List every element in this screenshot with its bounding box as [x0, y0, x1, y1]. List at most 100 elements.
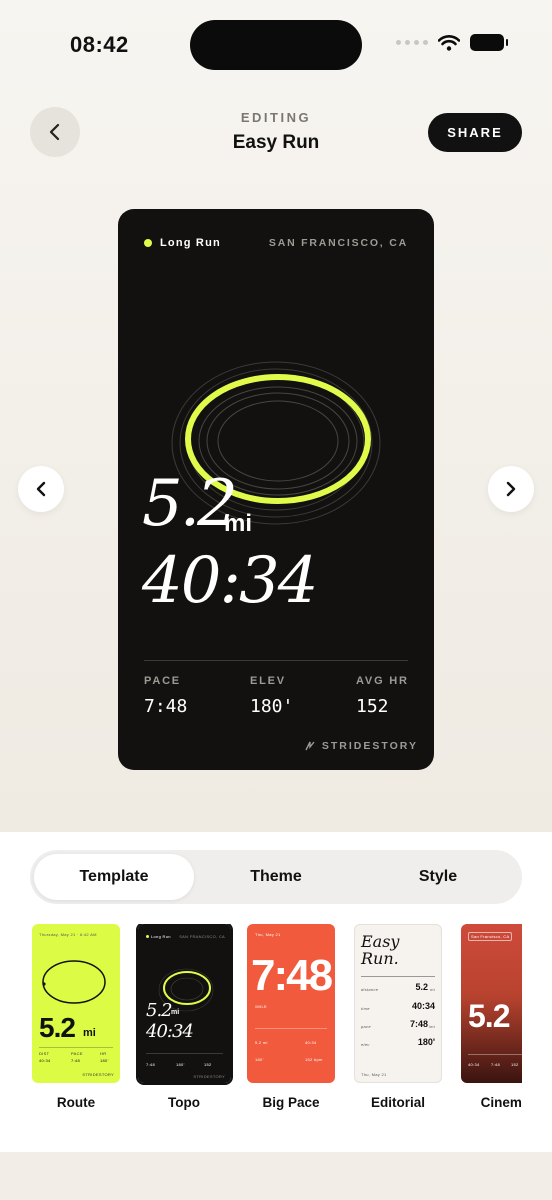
- divider: [146, 1053, 223, 1054]
- brand-name: STRIDESTORY: [321, 740, 418, 752]
- next-template-button[interactable]: [488, 466, 534, 512]
- stat-pace: PACE 7:48: [144, 675, 187, 717]
- thumb-footer: Thu, May 21: [361, 1072, 387, 1077]
- tab-theme[interactable]: Theme: [196, 854, 356, 900]
- thumb-unit: mi: [83, 1027, 96, 1039]
- previous-template-button[interactable]: [18, 466, 64, 512]
- thumb-header: Thu, May 21: [255, 932, 281, 937]
- thumb-row-label: distance: [361, 987, 379, 992]
- thumb-row-unit: /mi: [428, 1024, 435, 1029]
- thumb-stat-label: PACE: [71, 1051, 83, 1056]
- tab-style[interactable]: Style: [358, 854, 518, 900]
- status-icons: [396, 34, 508, 51]
- thumb-stat-value: 152: [511, 1062, 519, 1067]
- template-label[interactable]: Route: [32, 1095, 120, 1110]
- run-type-label: Long Run: [160, 237, 221, 249]
- divider: [144, 660, 408, 661]
- stat-label: PACE: [144, 675, 181, 687]
- editor-tabs: Template Theme Style: [30, 850, 522, 904]
- divider: [468, 1054, 522, 1055]
- duration-value: 40:34: [142, 544, 318, 618]
- thumb-stat-value: 152 bpm: [305, 1057, 323, 1062]
- template-label[interactable]: Topo: [140, 1095, 228, 1110]
- cellular-icon: [396, 40, 428, 45]
- thumb-row-label: elev: [361, 1042, 370, 1047]
- thumb-stat-value: 40:34: [468, 1062, 480, 1067]
- thumb-stat-value: 7:48: [71, 1058, 80, 1063]
- battery-icon: [470, 34, 508, 51]
- thumb-row-label: time: [361, 1006, 370, 1011]
- brand-watermark: STRIDESTORY: [305, 740, 418, 752]
- stat-value: 180': [250, 696, 294, 717]
- divider: [255, 1028, 327, 1029]
- run-type-tag: Long Run: [144, 237, 221, 249]
- thumb-stat-value: 152: [204, 1062, 212, 1067]
- thumb-stat-value: 7:48: [491, 1062, 500, 1067]
- thumb-stat-label: HR: [100, 1051, 107, 1056]
- tag-dot: [146, 935, 149, 938]
- editor-panel: Template Theme Style Thursday, May 21 · …: [0, 832, 552, 1152]
- thumb-pace: 7:48: [251, 951, 333, 1000]
- thumb-title-line: Run.: [361, 948, 399, 968]
- template-editorial[interactable]: Easy Run. distance 5.2 mi time 40:34 pac…: [354, 924, 442, 1083]
- divider: [39, 1047, 113, 1048]
- thumb-row-value: 5.2: [415, 982, 428, 992]
- home-indicator-area: [0, 1152, 552, 1200]
- template-carousel: Thursday, May 21 · 6:42 AM 5.2 mi DIST P…: [32, 924, 522, 1124]
- thumb-time: 40:34: [146, 1021, 194, 1042]
- template-label[interactable]: Cinema: [461, 1095, 522, 1110]
- thumb-stat-value: 180': [176, 1062, 185, 1067]
- template-cinema[interactable]: San Francisco, CA 5.2 40:34 7:48 152: [461, 924, 522, 1083]
- stat-label: ELEV: [250, 675, 286, 687]
- template-label[interactable]: Big Pace: [247, 1095, 335, 1110]
- thumb-unit: mi: [171, 1009, 180, 1016]
- stat-heart-rate: AVG HR 152: [356, 675, 409, 717]
- divider: [361, 976, 435, 977]
- thumb-location: SAN FRANCISCO, CA: [179, 934, 225, 939]
- thumb-stat-value: 40:34: [305, 1040, 317, 1045]
- distance-value: 5.2: [142, 467, 238, 541]
- tab-template[interactable]: Template: [34, 854, 194, 900]
- thumb-stat-value: 5.2 mi: [255, 1040, 268, 1045]
- route-map-graphic: [42, 960, 106, 1004]
- thumb-tag: Long Run: [151, 934, 171, 939]
- thumb-stat-label: DIST: [39, 1051, 50, 1056]
- stat-label: AVG HR: [356, 675, 409, 687]
- chevron-left-icon: [36, 481, 46, 497]
- thumb-distance: 5.2: [468, 998, 510, 1034]
- thumb-pace-unit: /MILE: [255, 1004, 267, 1009]
- thumb-row-value: 7:48: [409, 1019, 428, 1029]
- stat-value: 152: [356, 696, 389, 717]
- thumb-brand: STRIDESTORY: [82, 1072, 114, 1077]
- dynamic-island: [190, 20, 362, 70]
- thumb-stat-value: 180': [255, 1057, 264, 1062]
- distance-unit: mi: [224, 510, 253, 537]
- thumb-header: San Francisco, CA: [468, 932, 513, 941]
- tag-dot: [144, 239, 152, 247]
- status-time: 08:42: [70, 32, 129, 57]
- stat-value: 7:48: [144, 696, 188, 717]
- thumb-stat-value: 180': [100, 1058, 109, 1063]
- template-big-pace[interactable]: Thu, May 21 7:48 /MILE 5.2 mi 40:34 180'…: [247, 924, 335, 1083]
- chevron-right-icon: [506, 481, 516, 497]
- template-route[interactable]: Thursday, May 21 · 6:42 AM 5.2 mi DIST P…: [32, 924, 120, 1083]
- thumb-row-value: 40:34: [411, 1001, 435, 1011]
- thumb-row-unit: mi: [430, 987, 435, 992]
- thumb-brand: STRIDESTORY: [193, 1074, 225, 1079]
- story-preview-card: Long Run SAN FRANCISCO, CA 5.2 mi 40:34 …: [118, 209, 434, 770]
- thumb-distance: 5.2: [146, 1000, 173, 1021]
- stat-elevation: ELEV 180': [250, 675, 293, 717]
- wifi-icon: [438, 34, 460, 51]
- thumb-stat-value: 7:48: [146, 1062, 155, 1067]
- share-button[interactable]: SHARE: [428, 113, 522, 152]
- brand-logo-icon: [305, 741, 315, 751]
- thumb-distance: 5.2: [39, 1012, 76, 1043]
- thumb-title: Easy Run.: [361, 933, 399, 968]
- thumb-row-value: 180': [417, 1037, 435, 1047]
- thumb-stat-value: 40:34: [39, 1058, 51, 1063]
- thumb-row-label: pace: [361, 1024, 371, 1029]
- template-label[interactable]: Editorial: [354, 1095, 442, 1110]
- thumb-header: Thursday, May 21 · 6:42 AM: [39, 932, 97, 937]
- run-location: SAN FRANCISCO, CA: [268, 237, 408, 249]
- template-topo[interactable]: Long Run SAN FRANCISCO, CA 5.2 mi 40:34 …: [136, 924, 233, 1085]
